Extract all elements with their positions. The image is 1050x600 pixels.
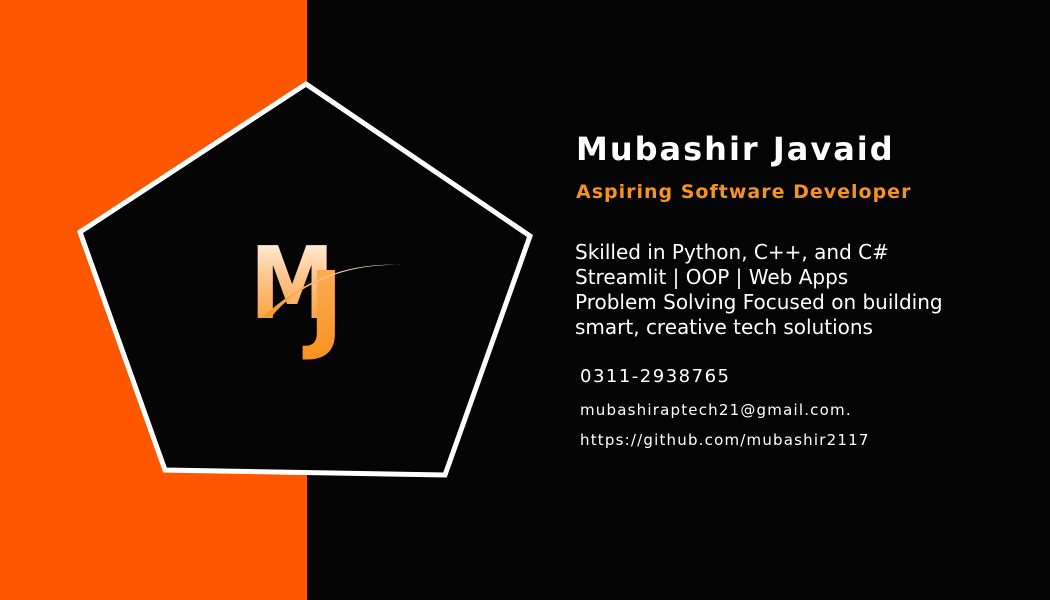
- phone-number: 0311-2938765: [580, 366, 731, 387]
- logo-letter-j: J: [302, 251, 344, 363]
- email-address: mubashiraptech21@gmail.com.: [580, 401, 852, 419]
- job-title: Aspiring Software Developer: [576, 181, 912, 203]
- skills-summary: Skilled in Python, C++, and C# Streamlit…: [575, 240, 1035, 340]
- github-link[interactable]: https://github.com/mubashir2117: [580, 431, 870, 449]
- business-card: M J Mubashir Javaid Aspiring Software De…: [0, 0, 1050, 600]
- skills-line: smart, creative tech solutions: [575, 315, 873, 339]
- skills-line: Streamlit | OOP | Web Apps: [575, 265, 849, 289]
- skills-line: Skilled in Python, C++, and C#: [575, 240, 889, 264]
- person-name: Mubashir Javaid: [576, 130, 895, 168]
- skills-line: Problem Solving Focused on building: [575, 290, 943, 314]
